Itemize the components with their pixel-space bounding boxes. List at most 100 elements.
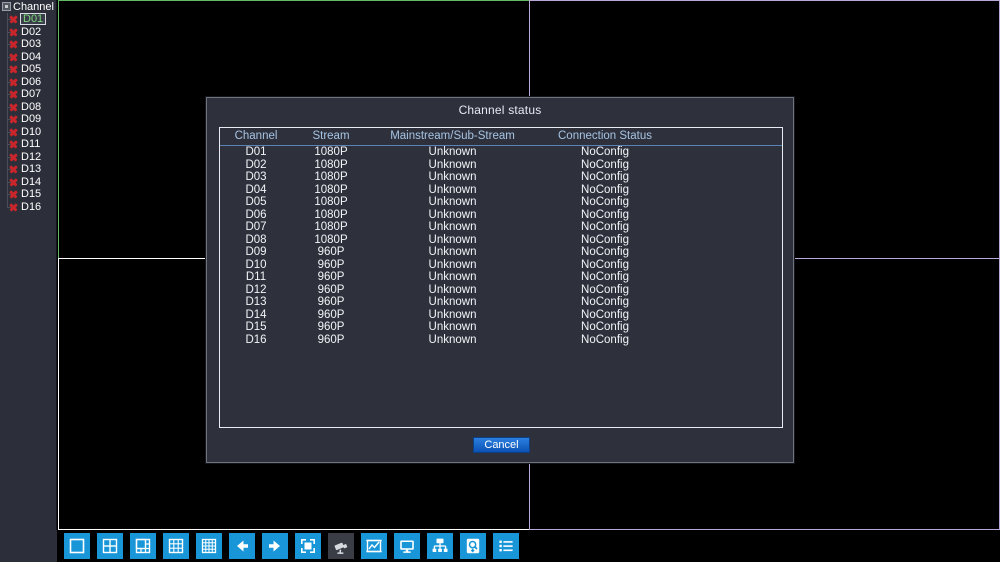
red-x-icon — [8, 176, 19, 187]
table-row[interactable]: D02 1080P Unknown NoConfig — [220, 159, 782, 172]
sidebar-item-d09[interactable]: D09 — [0, 113, 56, 126]
cancel-button[interactable]: Cancel — [473, 437, 530, 453]
table-row[interactable]: D16 960P Unknown NoConfig — [220, 334, 782, 347]
sidebar-item-label: D14 — [21, 175, 42, 188]
table-row[interactable]: D01 1080P Unknown NoConfig — [220, 146, 782, 159]
sidebar-item-d08[interactable]: D08 — [0, 100, 56, 114]
connection-status-cell: NoConfig — [581, 221, 629, 233]
table-row[interactable]: D04 1080P Unknown NoConfig — [220, 184, 782, 197]
connection-status-cell: NoConfig — [581, 233, 629, 246]
sidebar-item-d12[interactable]: D12 — [0, 150, 56, 164]
table-row[interactable]: D10 960P Unknown NoConfig — [220, 259, 782, 272]
red-x-icon — [8, 51, 19, 62]
arrow-left-icon — [232, 536, 252, 556]
mainstream-substream-cell: Unknown — [428, 146, 477, 158]
red-x-icon — [8, 126, 19, 137]
sidebar-item-label: D05 — [21, 63, 42, 76]
channel-tree-root[interactable]: Channel — [0, 0, 56, 13]
table-row[interactable]: D05 1080P Unknown NoConfig — [220, 196, 782, 209]
sidebar-item-d03[interactable]: D03 — [0, 38, 56, 51]
layout-1x1-button[interactable] — [64, 533, 90, 559]
layout-1x1-icon — [67, 536, 87, 556]
color-chart-button[interactable] — [361, 533, 387, 559]
list-menu-button[interactable] — [493, 533, 519, 559]
sidebar-item-label: D10 — [21, 125, 42, 138]
red-x-icon — [8, 164, 19, 175]
sidebar-item-d02[interactable]: D02 — [0, 25, 56, 39]
arrow-left-button[interactable] — [229, 533, 255, 559]
sidebar-item-d15[interactable]: D15 — [0, 188, 56, 201]
channel-cell: D02 — [245, 158, 267, 171]
sidebar-item-d14[interactable]: D14 — [0, 175, 56, 189]
sidebar-item-label: D15 — [21, 188, 42, 201]
channel-cell: D06 — [245, 208, 267, 221]
network-tree-button[interactable] — [427, 533, 453, 559]
stream-cell: 1080P — [314, 146, 348, 158]
arrow-right-icon — [265, 536, 285, 556]
sidebar-item-label: D02 — [21, 25, 42, 38]
row-spacer-cell — [675, 321, 782, 334]
mainstream-substream-cell: Unknown — [428, 333, 477, 346]
stream-cell: 1080P — [314, 158, 348, 171]
red-x-icon — [8, 89, 19, 100]
table-row[interactable]: D09 960P Unknown NoConfig — [220, 246, 782, 259]
ptz-camera-icon — [331, 536, 351, 556]
table-row[interactable]: D12 960P Unknown NoConfig — [220, 284, 782, 297]
sidebar-item-d04[interactable]: D04 — [0, 50, 56, 64]
connection-status-cell: NoConfig — [581, 296, 629, 308]
layout-1plus5-button[interactable] — [130, 533, 156, 559]
mainstream-substream-cell: Unknown — [428, 246, 477, 258]
connection-status-cell: NoConfig — [581, 171, 629, 183]
connection-status-cell: NoConfig — [581, 258, 629, 271]
bottom-toolbar — [0, 530, 1000, 562]
sidebar-item-d13[interactable]: D13 — [0, 163, 56, 176]
channel-tree-sidebar: Channel D01 D02 D03 D04 D05 D06 D07 D08 D09 D10 D1… — [0, 0, 57, 530]
hdd-search-button[interactable] — [460, 533, 486, 559]
monitor-button[interactable] — [394, 533, 420, 559]
channel-cell: D12 — [245, 283, 267, 296]
row-spacer-cell — [675, 209, 782, 222]
dialog-title: Channel status — [458, 103, 542, 117]
table-row[interactable]: D06 1080P Unknown NoConfig — [220, 209, 782, 222]
network-tree-icon — [430, 536, 450, 556]
sidebar-item-d06[interactable]: D06 — [0, 75, 56, 89]
arrow-right-button[interactable] — [262, 533, 288, 559]
connection-status-cell: NoConfig — [581, 271, 629, 283]
mainstream-substream-cell: Unknown — [428, 183, 477, 196]
stream-cell: 960P — [317, 321, 345, 333]
mainstream-substream-cell: Unknown — [428, 321, 477, 333]
sidebar-item-d05[interactable]: D05 — [0, 63, 56, 76]
mainstream-substream-cell: Unknown — [428, 233, 477, 246]
sidebar-item-label: D04 — [21, 50, 42, 63]
sidebar-item-d10[interactable]: D10 — [0, 125, 56, 139]
stream-cell: 960P — [317, 333, 345, 346]
layout-3x3-icon — [166, 536, 186, 556]
row-spacer-cell — [675, 171, 782, 184]
column-header-spacer — [675, 128, 782, 146]
row-spacer-cell — [675, 196, 782, 209]
connection-status-cell: NoConfig — [581, 246, 629, 258]
layout-2x2-button[interactable] — [97, 533, 123, 559]
layout-4x4-button[interactable] — [196, 533, 222, 559]
hdd-search-icon — [463, 536, 483, 556]
sidebar-item-d01[interactable]: D01 — [0, 13, 56, 26]
sidebar-item-d07[interactable]: D07 — [0, 88, 56, 101]
table-row[interactable]: D11 960P Unknown NoConfig — [220, 271, 782, 284]
table-row[interactable]: D14 960P Unknown NoConfig — [220, 309, 782, 322]
table-row[interactable]: D07 1080P Unknown NoConfig — [220, 221, 782, 234]
fullscreen-button[interactable] — [295, 533, 321, 559]
red-x-icon — [8, 39, 19, 50]
table-row[interactable]: D08 1080P Unknown NoConfig — [220, 234, 782, 247]
connection-status-cell: NoConfig — [581, 208, 629, 221]
table-row[interactable]: D15 960P Unknown NoConfig — [220, 321, 782, 334]
table-row[interactable]: D03 1080P Unknown NoConfig — [220, 171, 782, 184]
ptz-camera-button — [328, 533, 354, 559]
column-header-channel: Channel — [220, 128, 292, 146]
red-x-icon — [8, 101, 19, 112]
sidebar-item-label: D06 — [21, 75, 42, 88]
collapse-box-icon[interactable] — [2, 2, 11, 11]
layout-3x3-button[interactable] — [163, 533, 189, 559]
sidebar-item-d16[interactable]: D16 — [0, 200, 56, 214]
sidebar-item-d11[interactable]: D11 — [0, 138, 56, 151]
table-row[interactable]: D13 960P Unknown NoConfig — [220, 296, 782, 309]
